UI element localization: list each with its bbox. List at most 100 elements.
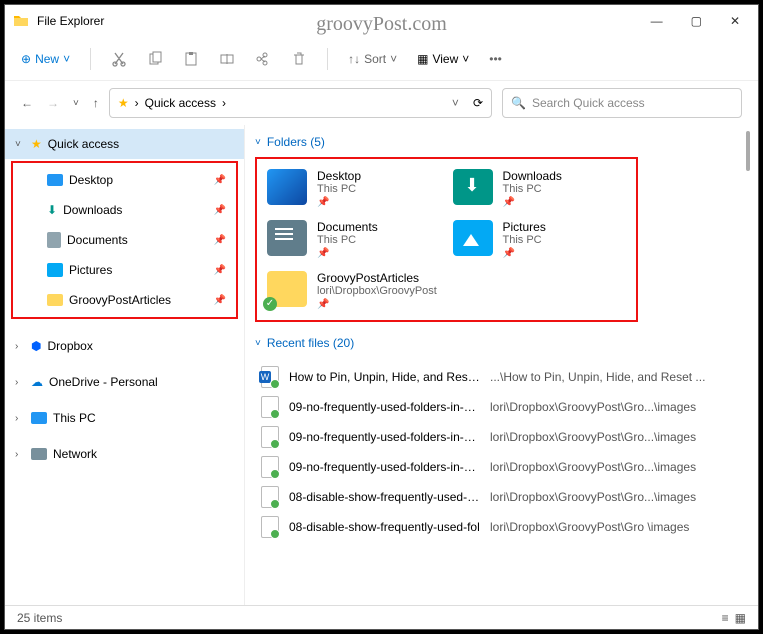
sidebar-item-downloads[interactable]: ⬇Downloads📌 (13, 195, 236, 225)
image-file-icon (261, 486, 279, 508)
maximize-button[interactable]: ▢ (691, 14, 702, 28)
downloads-folder-icon: ⬇ (453, 169, 493, 205)
rename-button[interactable] (219, 51, 235, 67)
chevron-right-icon[interactable]: › (15, 341, 25, 352)
highlight-box-sidebar: Desktop📌 ⬇Downloads📌 Documents📌 Pictures… (11, 161, 238, 319)
file-row[interactable]: How to Pin, Unpin, Hide, and Reset Q....… (255, 362, 746, 392)
recent-header[interactable]: ˅Recent files (20) (255, 336, 758, 350)
pin-icon: 📌 (214, 175, 226, 186)
file-row[interactable]: 09-no-frequently-used-folders-in-qui...l… (255, 392, 746, 422)
pin-icon: 📌 (317, 197, 361, 208)
desktop-folder-icon (267, 169, 307, 205)
main-content: ˅Folders (5) DesktopThis PC📌 ⬇DownloadsT… (245, 125, 758, 605)
chevron-right-icon[interactable]: › (15, 377, 25, 388)
history-button[interactable]: ˅ (73, 98, 79, 109)
pin-icon: 📌 (317, 299, 437, 310)
share-button[interactable] (255, 51, 271, 67)
pictures-icon (47, 263, 63, 277)
item-count: 25 items (17, 611, 62, 625)
pictures-folder-icon (453, 220, 493, 256)
document-icon (47, 232, 61, 248)
window-title: File Explorer (37, 14, 104, 28)
breadcrumb-sep[interactable]: › (222, 96, 226, 110)
sort-button[interactable]: ↑↓ Sort ˅ (348, 52, 397, 66)
chevron-right-icon[interactable]: › (15, 449, 25, 460)
sidebar-item-desktop[interactable]: Desktop📌 (13, 165, 236, 195)
sidebar-onedrive[interactable]: ›☁OneDrive - Personal (5, 367, 244, 397)
file-row[interactable]: 09-no-frequently-used-folders-in-qui...l… (255, 422, 746, 452)
forward-button[interactable]: → (47, 96, 59, 110)
close-button[interactable]: ✕ (730, 14, 740, 28)
sidebar-item-pictures[interactable]: Pictures📌 (13, 255, 236, 285)
file-row[interactable]: 09-no-frequently-used-folders-in-qui...l… (255, 452, 746, 482)
file-row[interactable]: 08-disable-show-frequently-used-fol...lo… (255, 482, 746, 512)
minimize-button[interactable]: — (651, 14, 663, 28)
chevron-down-icon[interactable]: ˅ (15, 139, 25, 150)
pin-icon: 📌 (214, 295, 226, 306)
breadcrumb-sep: › (135, 96, 139, 110)
folders-header[interactable]: ˅Folders (5) (255, 135, 758, 149)
view-button[interactable]: ▦ View ˅ (417, 52, 469, 66)
up-button[interactable]: ↑ (93, 96, 99, 110)
cloud-icon: ☁ (31, 375, 43, 389)
file-row[interactable]: 08-disable-show-frequently-used-follori\… (255, 512, 746, 542)
download-icon: ⬇ (47, 203, 57, 217)
image-file-icon (261, 396, 279, 418)
image-file-icon (261, 456, 279, 478)
folder-icon: ✓ (267, 271, 307, 307)
desktop-icon (47, 174, 63, 186)
sidebar-dropbox[interactable]: ›⬢Dropbox (5, 331, 244, 361)
delete-button[interactable] (291, 51, 307, 67)
folder-documents[interactable]: DocumentsThis PC📌 (261, 214, 447, 265)
more-button[interactable]: ••• (489, 52, 502, 66)
pc-icon (31, 412, 47, 424)
sidebar-item-documents[interactable]: Documents📌 (13, 225, 236, 255)
highlight-box-folders: DesktopThis PC📌 ⬇DownloadsThis PC📌 Docum… (255, 157, 638, 322)
status-bar: 25 items ≡ ▦ (5, 605, 758, 629)
folder-icon (47, 294, 63, 306)
sidebar-item-groovy[interactable]: GroovyPostArticles📌 (13, 285, 236, 315)
search-input[interactable]: 🔍 Search Quick access (502, 88, 742, 118)
scrollbar-thumb[interactable] (746, 131, 750, 171)
address-bar[interactable]: ★ › Quick access › ˅ ⟳ (109, 88, 492, 118)
pin-icon: 📌 (503, 248, 546, 259)
search-icon: 🔍 (511, 96, 526, 110)
dropbox-icon: ⬢ (31, 339, 41, 353)
pin-icon: 📌 (214, 205, 226, 216)
folder-groovy[interactable]: ✓GroovyPostArticleslori\Dropbox\GroovyPo… (261, 265, 447, 316)
star-icon: ★ (118, 96, 129, 110)
pin-icon: 📌 (214, 265, 226, 276)
pin-icon: 📌 (214, 235, 226, 246)
sidebar-thispc[interactable]: ›This PC (5, 403, 244, 433)
titlebar: File Explorer — ▢ ✕ (5, 5, 758, 37)
documents-folder-icon (267, 220, 307, 256)
sidebar-quick-access[interactable]: ˅ ★ Quick access (5, 129, 244, 159)
chevron-down-icon: ˅ (255, 137, 261, 148)
cut-button[interactable] (111, 51, 127, 67)
breadcrumb-label[interactable]: Quick access (145, 96, 216, 110)
tiles-view-button[interactable]: ▦ (735, 611, 746, 625)
star-icon: ★ (31, 137, 42, 151)
refresh-button[interactable]: ⟳ (473, 96, 483, 110)
pin-icon: 📌 (503, 197, 562, 208)
image-file-icon (261, 426, 279, 448)
image-file-icon (261, 516, 279, 538)
chevron-right-icon[interactable]: › (15, 413, 25, 424)
folder-desktop[interactable]: DesktopThis PC📌 (261, 163, 447, 214)
pin-icon: 📌 (317, 248, 378, 259)
word-file-icon (261, 366, 279, 388)
details-view-button[interactable]: ≡ (722, 611, 729, 625)
network-icon (31, 448, 47, 460)
folder-pictures[interactable]: PicturesThis PC📌 (447, 214, 633, 265)
paste-button[interactable] (183, 51, 199, 67)
toolbar: ⊕ New ˅ ↑↓ Sort ˅ ▦ View ˅ ••• (5, 37, 758, 81)
back-button[interactable]: ← (21, 96, 33, 110)
folder-downloads[interactable]: ⬇DownloadsThis PC📌 (447, 163, 633, 214)
address-dropdown[interactable]: ˅ (452, 96, 459, 110)
new-button[interactable]: ⊕ New ˅ (21, 52, 70, 66)
app-icon (13, 13, 29, 29)
sidebar-network[interactable]: ›Network (5, 439, 244, 469)
copy-button[interactable] (147, 51, 163, 67)
sidebar: ˅ ★ Quick access Desktop📌 ⬇Downloads📌 Do… (5, 125, 245, 605)
chevron-down-icon: ˅ (255, 338, 261, 349)
